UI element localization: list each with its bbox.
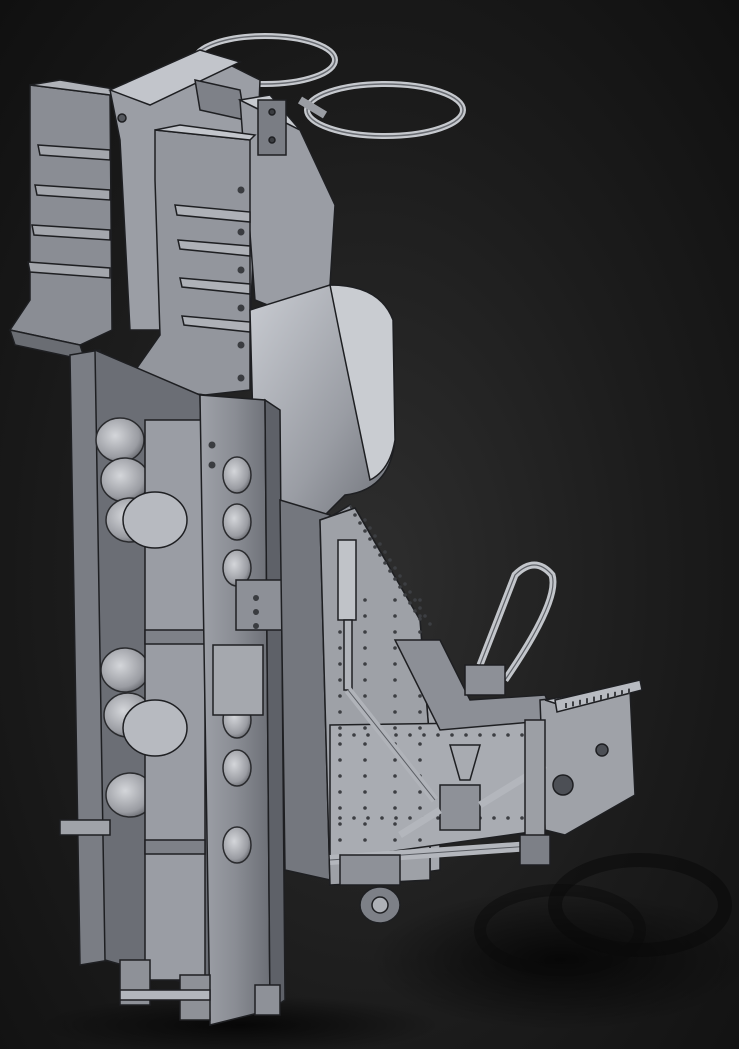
left-wing-structure [8, 79, 123, 362]
render-canvas [0, 0, 739, 1049]
lower-gear [339, 854, 401, 924]
right-rail [199, 394, 287, 1026]
ejection-seat-render [8, 33, 739, 1049]
ejection-handle [464, 561, 557, 696]
